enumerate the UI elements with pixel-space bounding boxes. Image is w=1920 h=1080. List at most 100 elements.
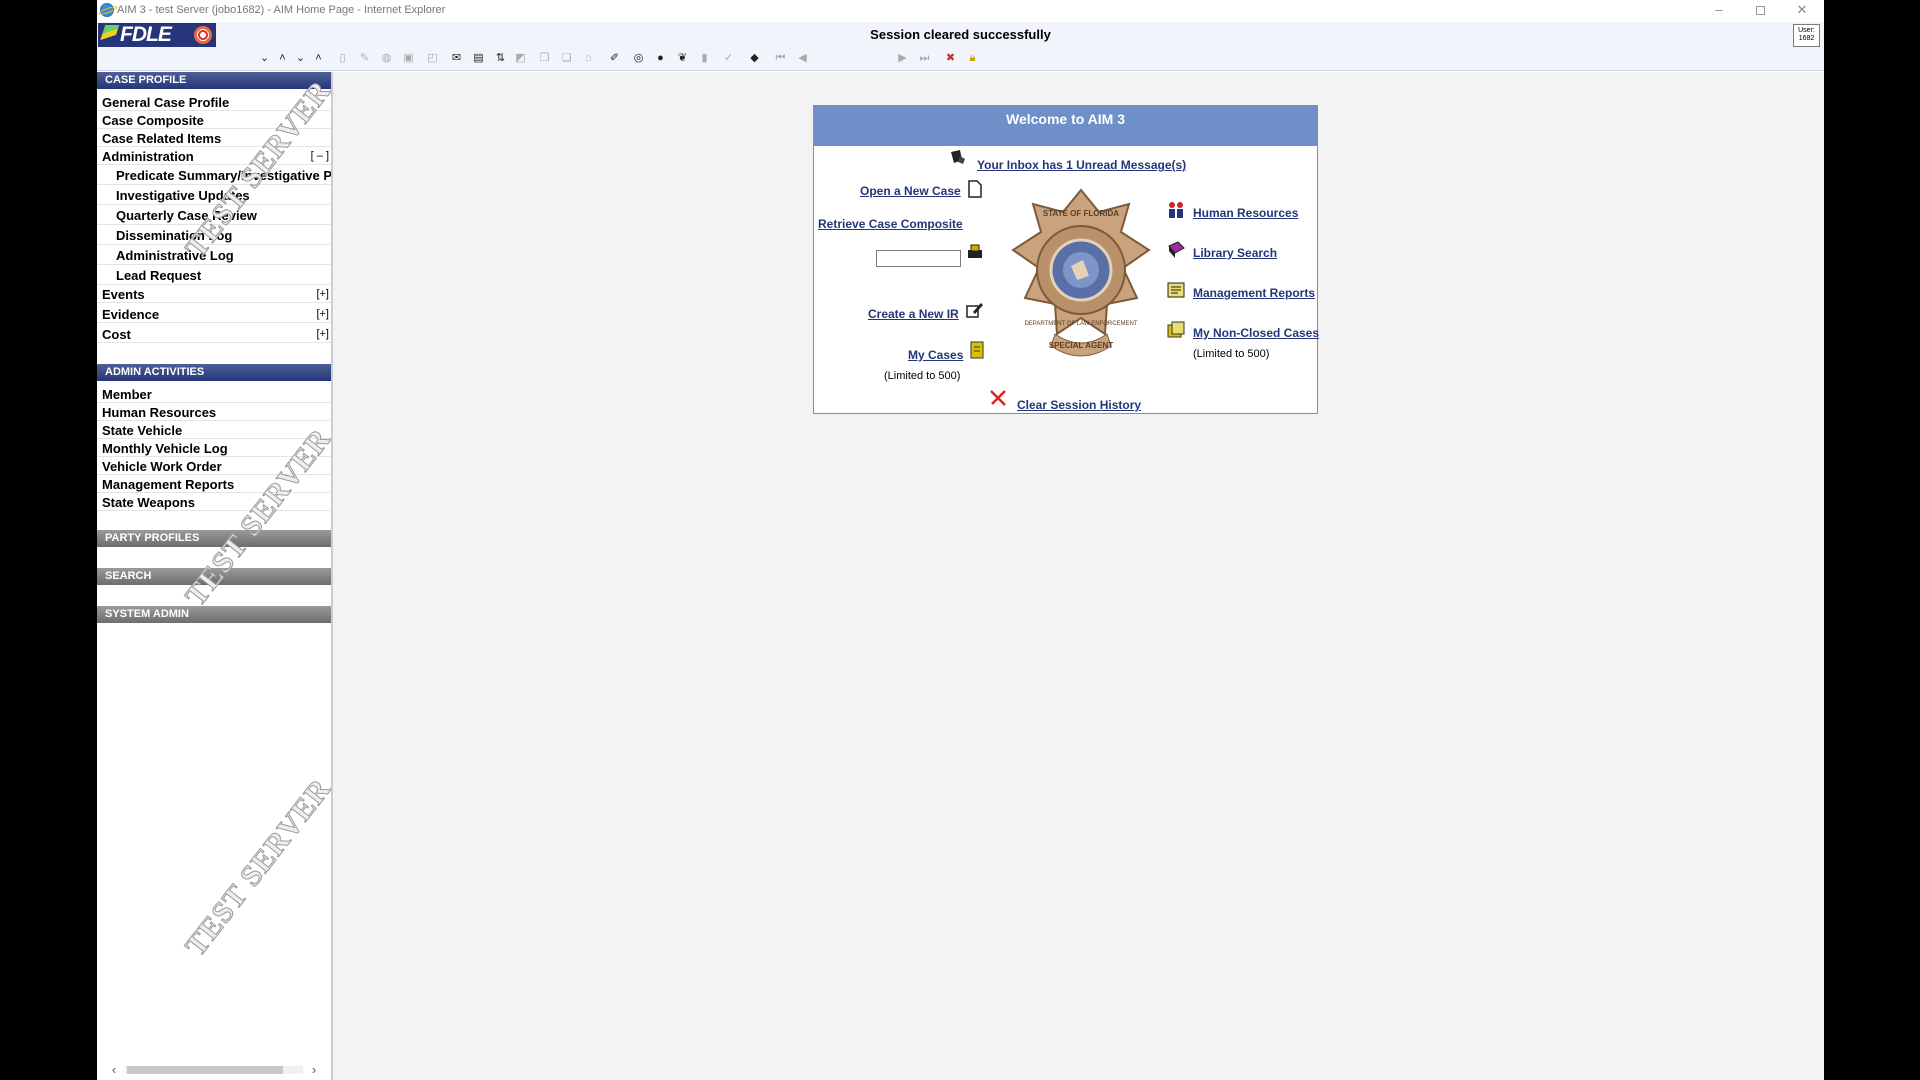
sidebar-item-dissemination-log[interactable]: Dissemination Log [97,226,331,245]
sidebar-item-predicate-summary[interactable]: Predicate Summary/Investigative Plan [97,166,331,185]
events-label: Events [102,287,145,302]
people-icon[interactable] [1166,200,1186,220]
badge-top-text: STATE OF FLORIDA [1043,209,1119,218]
transfer-icon[interactable]: ⇅ [493,51,508,66]
my-non-closed-cases-link[interactable]: My Non-Closed Cases [1193,326,1319,340]
sidebar-item-lead-request[interactable]: Lead Request [97,266,331,285]
party-profiles-heading[interactable]: PARTY PROFILES [97,530,331,547]
scroll-right-icon[interactable]: › [307,1062,321,1078]
new-doc-icon[interactable]: ▯ [335,51,350,66]
spell-icon[interactable]: ✓ [721,51,736,66]
sidebar-item-cost[interactable]: Cost [+] [97,326,331,343]
clear-session-history-link[interactable]: Clear Session History [1017,398,1141,412]
logo-stripe-icon [98,25,120,45]
delete-icon[interactable]: ◍ [379,51,394,66]
sidebar-item-general-case-profile[interactable]: General Case Profile [97,94,331,111]
printer-icon[interactable]: ▤ [471,51,486,66]
sidebar-item-administrative-log[interactable]: Administrative Log [97,246,331,265]
print-preview-icon[interactable]: ◰ [425,51,440,66]
scroll-thumb[interactable] [127,1066,283,1074]
sidebar-item-investigative-updates[interactable]: Investigative Updates [97,186,331,205]
book-icon[interactable]: ◆ [747,51,762,66]
system-admin-heading[interactable]: SYSTEM ADMIN [97,606,331,623]
last-record-icon[interactable]: ⏭ [917,51,932,66]
report-icon[interactable]: ❦ [675,51,690,66]
close-button[interactable]: ✕ [1782,0,1822,22]
events-toggle[interactable]: [+] [316,286,329,302]
first-record-icon[interactable]: ⏮ [773,51,788,66]
cost-toggle[interactable]: [+] [316,326,329,342]
library-search-link[interactable]: Library Search [1193,246,1277,260]
library-book-icon[interactable] [1166,240,1186,260]
inbox-icon[interactable]: ✉ [449,51,464,66]
sidebar-item-management-reports[interactable]: Management Reports [97,476,331,493]
search-heading[interactable]: SEARCH [97,568,331,585]
case-file-icon[interactable] [967,340,987,360]
search-binoculars-icon[interactable]: ◎ [631,51,646,66]
case-number-input[interactable] [876,250,961,267]
admin-activities-heading[interactable]: ADMIN ACTIVITIES [97,364,331,381]
browser-window: AIM 3 - test Server (jobo1682) - AIM Hom… [97,0,1824,1080]
my-cases-note: (Limited to 500) [884,370,961,382]
collapse-all-icon[interactable]: ⌄ [257,51,272,66]
save-icon[interactable]: ▣ [401,51,416,66]
sidebar-item-human-resources[interactable]: Human Resources [97,404,331,421]
human-resources-link[interactable]: Human Resources [1193,206,1298,220]
evidence-toggle[interactable]: [+] [316,306,329,322]
clear-x-icon[interactable] [988,388,1008,408]
sidebar-item-quarterly-case-review[interactable]: Quarterly Case Review [97,206,331,225]
sidebar-item-case-related-items[interactable]: Case Related Items [97,130,331,147]
collapse-icon[interactable]: ˄ [275,51,290,66]
main-content: Welcome to AIM 3 Your Inbox has 1 Unread… [333,72,1824,1080]
edit-document-icon[interactable] [964,300,984,320]
paste-icon[interactable]: ❏ [559,51,574,66]
my-cases-link[interactable]: My Cases [908,348,963,362]
restore-icon [1755,6,1765,15]
inbox-link[interactable]: Your Inbox has 1 Unread Message(s) [977,158,1186,172]
sidebar-item-events[interactable]: Events [+] [97,286,331,303]
new-document-icon[interactable] [965,179,985,199]
sidebar-item-monthly-vehicle-log[interactable]: Monthly Vehicle Log [97,440,331,457]
library-icon[interactable]: ● [653,51,668,66]
sidebar-item-member[interactable]: Member [97,386,331,403]
next-record-icon[interactable]: ▶ [895,51,910,66]
expand-icon[interactable]: ˄ [311,51,326,66]
copy-icon[interactable]: ❐ [537,51,552,66]
open-new-case-link[interactable]: Open a New Case [860,184,961,198]
retrieve-case-composite-link[interactable]: Retrieve Case Composite [818,217,963,231]
scroll-left-icon[interactable]: ‹ [107,1062,121,1078]
inbox-phone-icon[interactable] [948,148,968,168]
lock-icon[interactable]: 🔒︎ [965,51,980,66]
restore-button[interactable] [1740,0,1780,22]
sidebar-item-vehicle-work-order[interactable]: Vehicle Work Order [97,458,331,475]
welcome-panel: Welcome to AIM 3 Your Inbox has 1 Unread… [813,105,1319,414]
administration-toggle[interactable]: [ – ] [311,148,329,164]
sidebar-item-evidence[interactable]: Evidence [+] [97,306,331,323]
management-reports-link[interactable]: Management Reports [1193,286,1315,300]
close-record-icon[interactable]: ✖ [943,51,958,66]
printer-icon[interactable] [965,242,985,262]
sidebar-item-administration[interactable]: Administration [ – ] [97,148,331,165]
user-info-box: User: 1682 [1793,24,1820,47]
open-cases-folder-icon[interactable] [1166,320,1186,340]
sidebar-item-state-weapons[interactable]: State Weapons [97,494,331,511]
expand-all-icon[interactable]: ⌄ [293,51,308,66]
prev-record-icon[interactable]: ◀ [795,51,810,66]
sidebar-item-case-composite[interactable]: Case Composite [97,112,331,129]
edit-pencil-icon[interactable]: ✐ [607,51,622,66]
view-icon[interactable]: ◩ [513,51,528,66]
logo-text: FDLE [120,23,172,46]
welcome-title: Welcome to AIM 3 [814,106,1317,146]
export-icon[interactable]: ▮ [697,51,712,66]
non-closed-note: (Limited to 500) [1193,348,1270,360]
create-new-ir-link[interactable]: Create a New IR [868,307,959,321]
sidebar: CASE PROFILE General Case Profile Case C… [97,72,333,1080]
edit-icon[interactable]: ✎ [357,51,372,66]
sidebar-item-state-vehicle[interactable]: State Vehicle [97,422,331,439]
attach-icon[interactable]: ⌂ [581,51,596,66]
minimize-button[interactable]: – [1699,0,1739,22]
case-profile-heading[interactable]: CASE PROFILE [97,72,331,89]
fdle-logo: FDLE [98,23,216,47]
management-report-icon[interactable] [1166,280,1186,300]
sidebar-horizontal-scrollbar[interactable]: ‹ › [107,1062,321,1078]
